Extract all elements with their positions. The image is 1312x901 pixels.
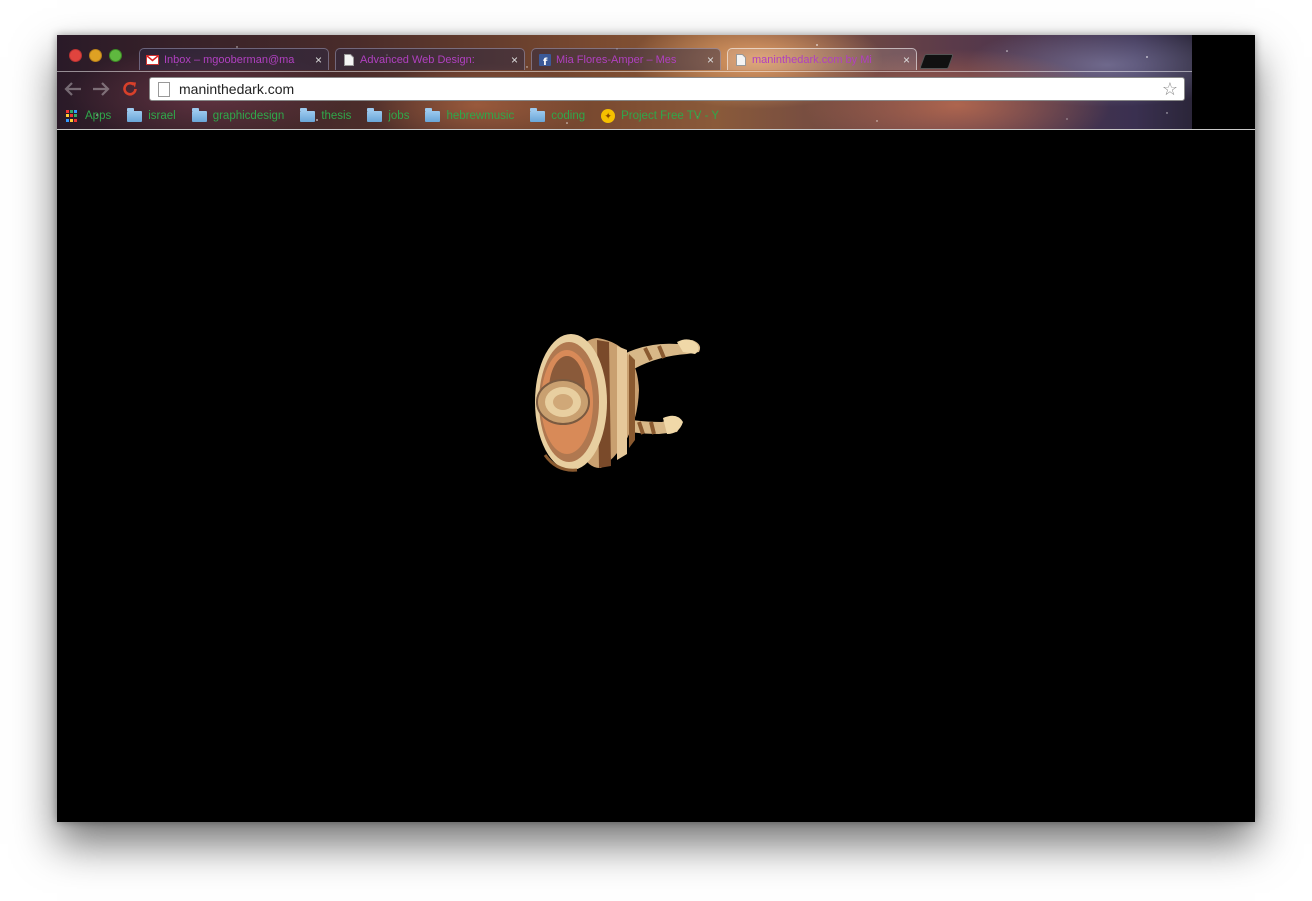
folder-icon xyxy=(367,107,383,122)
tab-advanced-web-design[interactable]: Advanced Web Design: × xyxy=(335,48,525,70)
back-arrow-icon[interactable] xyxy=(63,80,83,98)
page-icon xyxy=(342,53,355,66)
bookmark-label: Project Free TV - Y xyxy=(621,110,720,122)
page-content[interactable] xyxy=(57,130,1255,822)
folder-icon xyxy=(425,107,441,122)
bookmark-label: thesis xyxy=(321,110,352,122)
facebook-icon: f xyxy=(538,53,551,66)
address-url[interactable]: maninthedark.com xyxy=(179,81,1162,97)
browser-window: Inbox – mgooberman@ma × Advanced Web Des… xyxy=(57,35,1255,822)
star-icon[interactable]: ☆ xyxy=(1162,79,1178,100)
tabstrip-divider xyxy=(57,71,1255,72)
adblock-stop-icon[interactable]: ✋ xyxy=(1198,80,1214,96)
hamburger-menu-icon[interactable] xyxy=(1230,81,1244,95)
project-free-tv-icon: ✦ xyxy=(601,109,616,123)
close-icon[interactable]: × xyxy=(511,53,518,67)
forward-arrow-icon[interactable] xyxy=(91,80,111,98)
window-maximize-button[interactable] xyxy=(109,49,122,62)
tab-facebook-messages[interactable]: f Mia Flores-Amper – Mes × xyxy=(531,48,721,70)
bookmarks-bar: Apps israel graphicdesign thesis jobs he… xyxy=(57,107,1187,125)
bookmark-label: jobs xyxy=(388,110,410,122)
folder-icon xyxy=(127,107,143,122)
browser-chrome: Inbox – mgooberman@ma × Advanced Web Des… xyxy=(57,35,1255,130)
bookmark-label: israel xyxy=(148,110,176,122)
window-minimize-button[interactable] xyxy=(89,49,102,62)
close-icon[interactable]: × xyxy=(707,53,714,67)
close-icon[interactable]: × xyxy=(903,53,910,67)
bookmark-folder-coding[interactable]: coding xyxy=(530,107,586,122)
tab-title: maninthedark.com by Mi xyxy=(752,53,872,66)
svg-text:f: f xyxy=(543,57,548,66)
bookmark-label: hebrewmusic xyxy=(446,110,515,122)
close-icon[interactable]: × xyxy=(315,53,322,67)
bookmark-folder-thesis[interactable]: thesis xyxy=(300,107,352,122)
tab-title: Inbox – mgooberman@ma xyxy=(164,53,295,66)
window-close-button[interactable] xyxy=(69,49,82,62)
address-bar[interactable]: maninthedark.com ☆ xyxy=(149,77,1185,101)
bookmark-folder-graphicdesign[interactable]: graphicdesign xyxy=(191,107,285,122)
folder-icon xyxy=(191,107,207,122)
tab-title: Advanced Web Design: xyxy=(360,53,475,66)
gmail-icon xyxy=(146,53,159,66)
tab-maninthedark[interactable]: maninthedark.com by Mi × xyxy=(727,48,917,70)
man-in-the-dark-figure[interactable] xyxy=(527,330,707,480)
bookmark-project-free-tv[interactable]: ✦ Project Free TV - Y xyxy=(601,109,719,123)
tab-title: Mia Flores-Amper – Mes xyxy=(556,53,677,66)
folder-icon xyxy=(530,107,546,122)
page-icon xyxy=(158,81,170,97)
bookmark-label: coding xyxy=(551,110,586,122)
bookmark-label: Apps xyxy=(85,110,112,122)
bookmark-folder-jobs[interactable]: jobs xyxy=(367,107,410,122)
profile-icon[interactable] xyxy=(1228,44,1244,60)
new-tab-button[interactable] xyxy=(919,54,954,69)
apps-grid-icon xyxy=(66,110,78,122)
folder-icon xyxy=(300,107,316,122)
bookmark-label: graphicdesign xyxy=(212,110,285,122)
reload-icon[interactable] xyxy=(120,80,140,98)
bookmark-folder-hebrewmusic[interactable]: hebrewmusic xyxy=(425,107,515,122)
tab-inbox[interactable]: Inbox – mgooberman@ma × xyxy=(139,48,329,70)
bookmark-apps[interactable]: Apps xyxy=(66,110,111,122)
bookmark-folder-israel[interactable]: israel xyxy=(127,107,176,122)
page-icon xyxy=(734,53,747,66)
